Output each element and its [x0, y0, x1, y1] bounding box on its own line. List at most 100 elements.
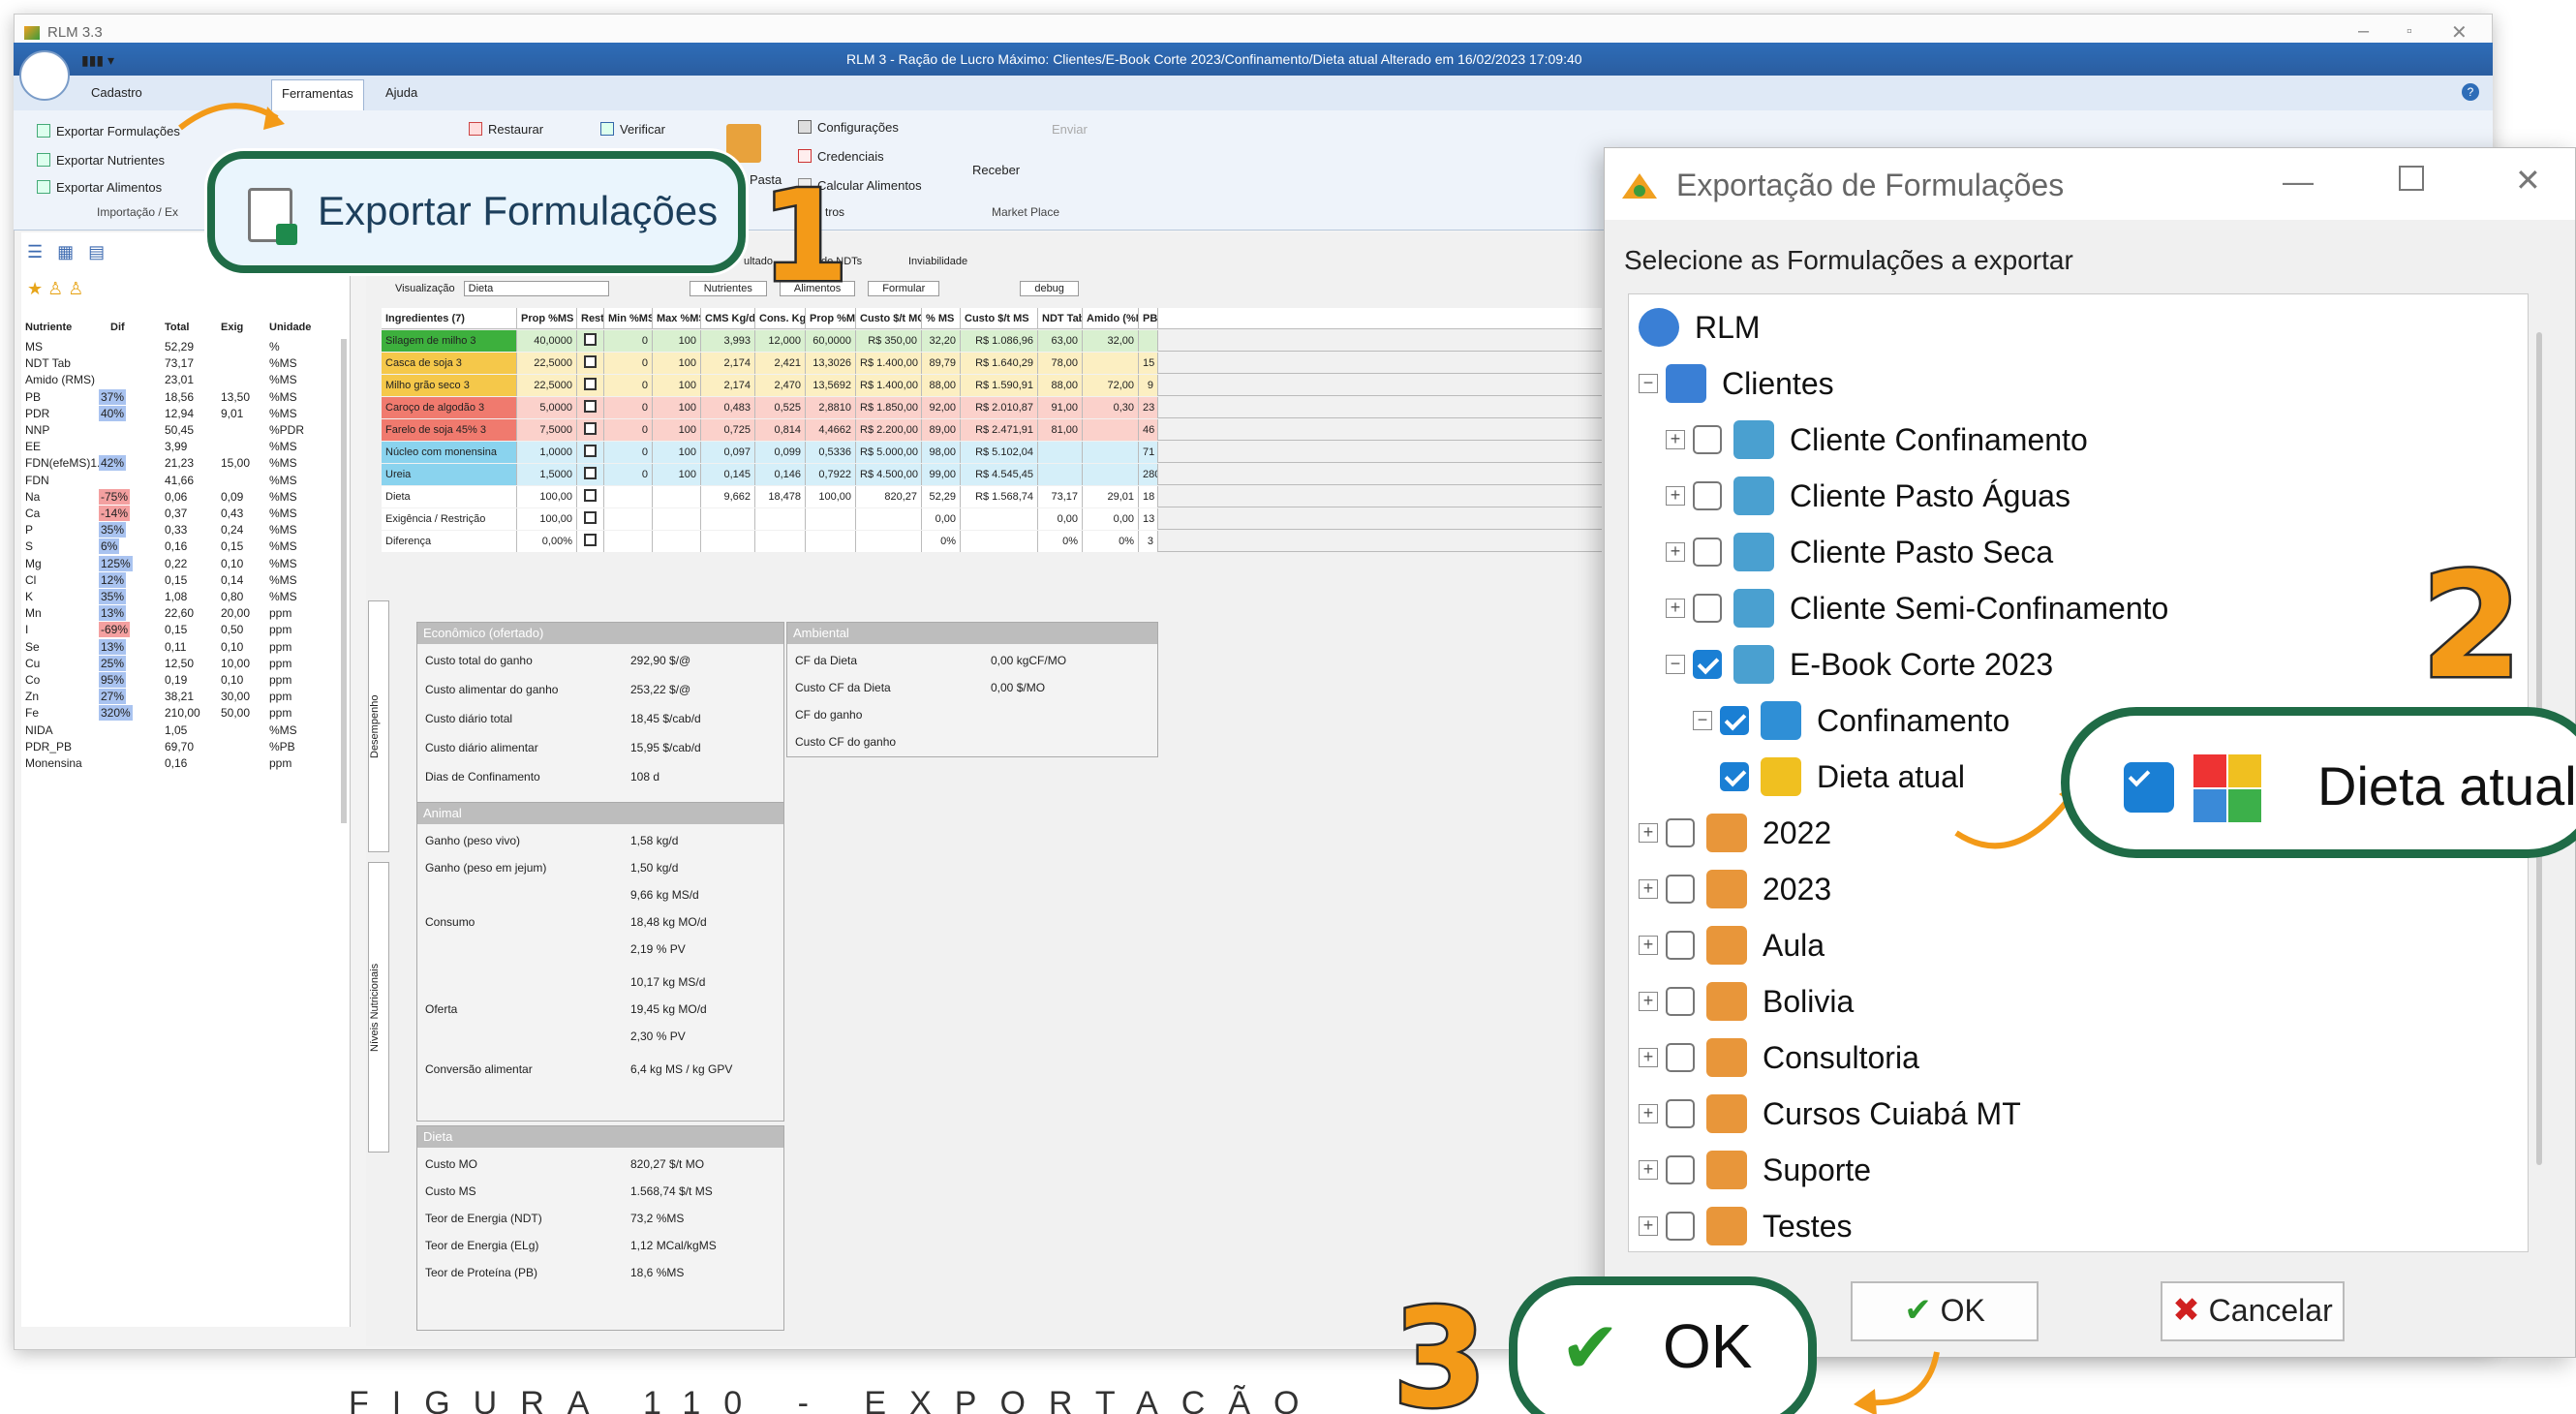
table-row[interactable]: Caroço de algodão 3 5,0000 0 100 0,483 0,525 2… [382, 397, 1602, 418]
restriction-checkbox[interactable] [584, 422, 597, 435]
grid-cell[interactable]: 100,00 [517, 486, 577, 507]
tab-nutrientes[interactable]: Nutrientes [689, 281, 767, 296]
grid-header-cell[interactable]: Cons. Kg/d [755, 308, 806, 329]
restriction-checkbox[interactable] [584, 378, 597, 390]
table-row[interactable]: Farelo de soja 45% 3 7,5000 0 100 0,725 0,814… [382, 419, 1602, 441]
restriction-checkbox[interactable] [584, 467, 597, 479]
tree-checkbox[interactable] [1693, 481, 1722, 510]
expand-toggle-icon[interactable]: + [1639, 936, 1658, 955]
dialog-maximize-button[interactable] [2399, 166, 2424, 191]
expand-toggle-icon[interactable]: + [1666, 599, 1685, 618]
expand-toggle-icon[interactable]: + [1639, 879, 1658, 899]
grid-cell[interactable] [577, 353, 604, 374]
expand-toggle-icon[interactable]: + [1666, 542, 1685, 562]
expand-toggle-icon[interactable]: − [1693, 711, 1712, 730]
dialog-minimize-button[interactable]: — [2283, 164, 2314, 200]
tree-checkbox[interactable] [1666, 1099, 1695, 1128]
tree-node[interactable]: Cursos Cuiabá MT [1763, 1087, 2021, 1141]
maximize-button[interactable]: ▫ [2407, 23, 2412, 41]
expand-toggle-icon[interactable]: + [1639, 1160, 1658, 1180]
expand-toggle-icon[interactable]: + [1666, 430, 1685, 449]
restriction-checkbox[interactable] [584, 355, 597, 368]
tree-checkbox[interactable] [1666, 818, 1695, 847]
expand-toggle-icon[interactable]: + [1639, 823, 1658, 843]
tree-checkbox[interactable] [1666, 987, 1695, 1016]
ribbon-receive[interactable]: Receber [972, 163, 1020, 177]
tree-node[interactable]: Cliente Pasto Águas [1790, 469, 2070, 523]
app-orb-icon[interactable] [19, 50, 70, 101]
restriction-checkbox[interactable] [584, 400, 597, 413]
tree-node[interactable]: Aula [1763, 918, 1825, 972]
tree-node[interactable]: RLM [1695, 300, 1761, 354]
tree-node[interactable]: Cliente Pasto Seca [1790, 525, 2053, 579]
grid-header-cell[interactable]: CMS Kg/d [701, 308, 755, 329]
tree-node[interactable]: Bolivia [1763, 974, 1854, 1029]
expand-toggle-icon[interactable]: + [1639, 1104, 1658, 1123]
table-row[interactable]: Núcleo com monensina 1,0000 0 100 0,097 0,099… [382, 442, 1602, 463]
tree-node[interactable]: Confinamento [1817, 693, 2009, 748]
close-button[interactable]: ✕ [2451, 20, 2468, 45]
grid-cell[interactable]: 100,00 [517, 508, 577, 530]
grid-header-cell[interactable]: Max %MS [653, 308, 701, 329]
quick-access-flags-icon[interactable]: ▮▮▮ ▾ [81, 52, 114, 69]
help-icon[interactable]: ? [2462, 83, 2479, 101]
table-row[interactable]: Ureia 1,5000 0 100 0,145 0,146 0,7922 R$ 4.500,… [382, 464, 1602, 485]
ribbon-export-nutrients[interactable]: Exportar Nutrientes [37, 153, 165, 168]
favorite-icon[interactable]: ★ ♙ ♙ [27, 279, 83, 299]
grid-header-cell[interactable]: NDT Tab [1038, 308, 1083, 329]
tree-node[interactable]: Cliente Semi-Confinamento [1790, 581, 2168, 635]
ok-button[interactable]: ✔ OK [1851, 1281, 2039, 1341]
tree-node[interactable]: 2022 [1763, 806, 1831, 860]
expand-toggle-icon[interactable]: + [1639, 992, 1658, 1011]
grid-cell[interactable] [577, 531, 604, 552]
tree-node[interactable]: Testes [1763, 1199, 1852, 1251]
ribbon-send[interactable]: Enviar [1052, 122, 1088, 137]
grid-cell[interactable] [577, 464, 604, 485]
ribbon-restore[interactable]: Restaurar [469, 122, 543, 137]
side-tab-niveis[interactable]: Níveis Nutricionais [368, 862, 389, 1153]
grid-header-cell[interactable]: Custo $/t MO [856, 308, 922, 329]
grid-header-cell[interactable]: Custo $/t MS [961, 308, 1038, 329]
tree-checkbox[interactable] [1666, 1043, 1695, 1072]
grid-cell[interactable] [577, 442, 604, 463]
restriction-checkbox[interactable] [584, 511, 597, 524]
table-row[interactable]: Exigência / Restrição 100,00 0,00 0,00 0,00 1… [382, 508, 1602, 530]
tree-node[interactable]: Suporte [1763, 1143, 1871, 1197]
toolbar-icons[interactable]: ☰ ▦ ▤ [27, 242, 105, 262]
grid-header-cell[interactable]: Prop %MO [806, 308, 856, 329]
ribbon-config[interactable]: Configurações [798, 120, 899, 135]
tree-node[interactable]: Clientes [1722, 356, 1834, 411]
tree-checkbox[interactable] [1666, 1212, 1695, 1241]
view-select[interactable]: Dieta [463, 281, 609, 296]
tree-checkbox[interactable] [1666, 875, 1695, 904]
grid-cell[interactable] [577, 508, 604, 530]
expand-toggle-icon[interactable]: + [1639, 1216, 1658, 1236]
table-row[interactable]: Dieta 100,00 9,662 18,478 100,00 820,27 52,29 R… [382, 486, 1602, 507]
tree-checkbox[interactable] [1693, 425, 1722, 454]
restriction-checkbox[interactable] [584, 489, 597, 502]
tree-node[interactable]: E-Book Corte 2023 [1790, 637, 2053, 692]
expand-toggle-icon[interactable]: + [1639, 1048, 1658, 1067]
grid-cell[interactable] [577, 397, 604, 418]
grid-header-cell[interactable]: Min %MS [604, 308, 653, 329]
grid-cell[interactable]: 1,0000 [517, 442, 577, 463]
folder-icon[interactable] [726, 124, 761, 163]
grid-header-cell[interactable]: PB [1139, 308, 1158, 329]
restriction-checkbox[interactable] [584, 333, 597, 346]
ribbon-credentials[interactable]: Credenciais [798, 149, 884, 164]
table-row[interactable]: Milho grão seco 3 22,5000 0 100 2,174 2,470 13… [382, 375, 1602, 396]
tab-formular[interactable]: Formular [868, 281, 940, 296]
grid-header-cell[interactable]: % MS [922, 308, 961, 329]
grid-cell[interactable]: 5,0000 [517, 397, 577, 418]
tree-node[interactable]: 2023 [1763, 862, 1831, 916]
grid-cell[interactable]: 40,0000 [517, 330, 577, 352]
tree-checkbox[interactable] [1666, 1155, 1695, 1184]
tree-checkbox[interactable] [1666, 931, 1695, 960]
tree-checkbox[interactable] [1693, 650, 1722, 679]
menu-ajuda[interactable]: Ajuda [376, 83, 427, 102]
expand-toggle-icon[interactable]: − [1666, 655, 1685, 674]
restriction-checkbox[interactable] [584, 534, 597, 546]
grid-header-cell[interactable]: Ingredientes (7) [382, 308, 517, 329]
restriction-checkbox[interactable] [584, 445, 597, 457]
scrollbar[interactable] [341, 339, 347, 823]
